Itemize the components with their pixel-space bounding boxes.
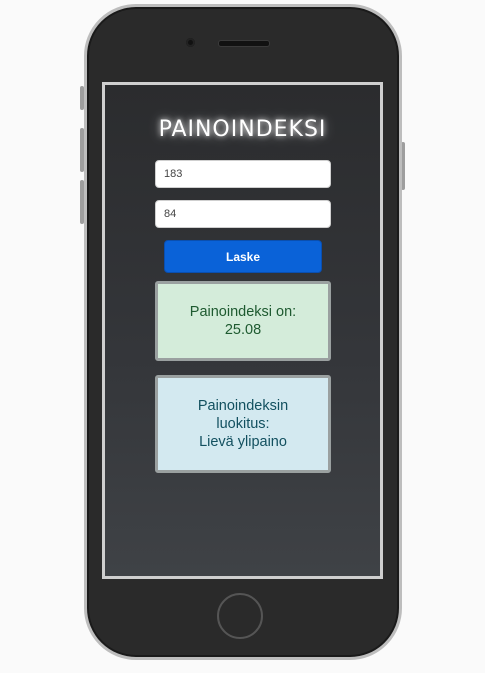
bmi-class-label-2: luokitus: <box>216 416 270 432</box>
bmi-class-value: Lievä ylipaino <box>199 434 287 450</box>
page-title: PAINOINDEKSI <box>158 117 327 142</box>
home-button-icon[interactable] <box>217 593 263 639</box>
height-input[interactable] <box>155 160 331 188</box>
calculate-button[interactable]: Laske <box>164 240 322 273</box>
weight-input[interactable] <box>155 200 331 228</box>
front-camera-icon <box>186 38 195 47</box>
bmi-result-value: 25.08 <box>224 322 262 338</box>
speaker-icon <box>218 40 270 47</box>
bmi-result-box: Painoindeksi on: 25.08 <box>155 281 331 361</box>
bmi-class-label-1: Painoindeksin <box>197 398 289 414</box>
bmi-result-label: Painoindeksi on: <box>189 304 297 320</box>
bmi-class-box: Painoindeksin luokitus: Lievä ylipaino <box>155 375 331 473</box>
phone-screen: PAINOINDEKSI Laske Painoindeksi on: 25.0… <box>102 82 383 579</box>
